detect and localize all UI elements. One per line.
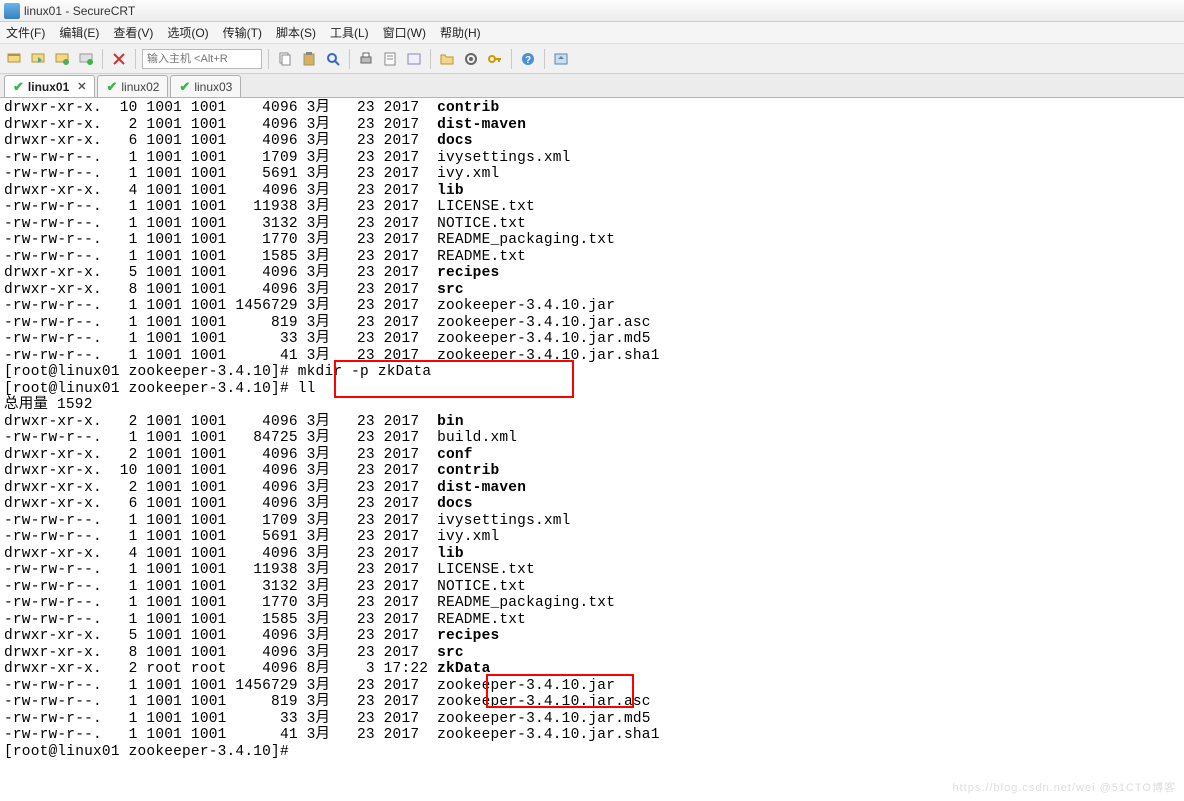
quick-connect-icon[interactable] [28, 49, 48, 69]
terminal[interactable]: drwxr-xr-x. 10 1001 1001 4096 3月 23 2017… [0, 98, 1184, 762]
folder-icon[interactable] [437, 49, 457, 69]
tab-label: linux02 [121, 80, 159, 94]
file-row: -rw-rw-r--. 1 1001 1001 1456729 3月 23 20… [4, 298, 615, 314]
settings-icon[interactable] [461, 49, 481, 69]
prompt: [root@linux01 zookeeper-3.4.10]# [4, 744, 298, 760]
tab-linux01[interactable]: ✔ linux01 ✕ [4, 75, 95, 97]
watermark: https://blog.csdn.net/wei @51CTO博客 [953, 779, 1177, 795]
file-row: drwxr-xr-x. 4 1001 1001 4096 3月 23 2017 … [4, 546, 464, 562]
toolbar-sep [511, 49, 512, 69]
file-row: -rw-rw-r--. 1 1001 1001 33 3月 23 2017 zo… [4, 331, 651, 347]
print-icon[interactable] [356, 49, 376, 69]
checkmark-icon: ✔ [13, 79, 24, 95]
file-row: drwxr-xr-x. 2 1001 1001 4096 3月 23 2017 … [4, 414, 464, 430]
disconnect-icon[interactable] [76, 49, 96, 69]
file-row: -rw-rw-r--. 1 1001 1001 5691 3月 23 2017 … [4, 529, 499, 545]
file-row: -rw-rw-r--. 1 1001 1001 11938 3月 23 2017… [4, 199, 535, 215]
close-icon[interactable]: ✕ [77, 80, 86, 93]
file-row: -rw-rw-r--. 1 1001 1001 1585 3月 23 2017 … [4, 612, 526, 628]
command: ll [298, 381, 316, 397]
delete-icon[interactable] [109, 49, 129, 69]
file-row: drwxr-xr-x. 8 1001 1001 4096 3月 23 2017 … [4, 282, 464, 298]
file-row: -rw-rw-r--. 1 1001 1001 1709 3月 23 2017 … [4, 513, 571, 529]
file-row: drwxr-xr-x. 6 1001 1001 4096 3月 23 2017 … [4, 133, 473, 149]
toolbar-sep [135, 49, 136, 69]
file-row: drwxr-xr-x. 8 1001 1001 4096 3月 23 2017 … [4, 645, 464, 661]
help-icon[interactable]: ? [518, 49, 538, 69]
menu-view[interactable]: 查看(V) [113, 24, 153, 41]
menu-script[interactable]: 脚本(S) [276, 24, 316, 41]
toolbar-sep [102, 49, 103, 69]
file-row: -rw-rw-r--. 1 1001 1001 1456729 3月 23 20… [4, 678, 615, 694]
file-row: drwxr-xr-x. 5 1001 1001 4096 3月 23 2017 … [4, 265, 499, 281]
file-row: -rw-rw-r--. 1 1001 1001 3132 3月 23 2017 … [4, 579, 526, 595]
tab-label: linux03 [194, 80, 232, 94]
checkmark-icon: ✔ [179, 79, 190, 95]
toolbar-sep [349, 49, 350, 69]
file-row: -rw-rw-r--. 1 1001 1001 1585 3月 23 2017 … [4, 249, 526, 265]
menubar: 文件(F) 编辑(E) 查看(V) 选项(O) 传输(T) 脚本(S) 工具(L… [0, 22, 1184, 44]
file-row: drwxr-xr-x. 10 1001 1001 4096 3月 23 2017… [4, 100, 499, 116]
file-row: -rw-rw-r--. 1 1001 1001 41 3月 23 2017 zo… [4, 727, 660, 743]
toolbar-sep [544, 49, 545, 69]
file-row: -rw-rw-r--. 1 1001 1001 1709 3月 23 2017 … [4, 150, 571, 166]
app-icon [4, 3, 20, 19]
file-row: -rw-rw-r--. 1 1001 1001 1770 3月 23 2017 … [4, 232, 615, 248]
file-row: -rw-rw-r--. 1 1001 1001 1770 3月 23 2017 … [4, 595, 615, 611]
titlebar: linux01 - SecureCRT [0, 0, 1184, 22]
file-row: drwxr-xr-x. 6 1001 1001 4096 3月 23 2017 … [4, 496, 473, 512]
file-row: -rw-rw-r--. 1 1001 1001 33 3月 23 2017 zo… [4, 711, 651, 727]
file-row: -rw-rw-r--. 1 1001 1001 3132 3月 23 2017 … [4, 216, 526, 232]
toolbar-sep [430, 49, 431, 69]
menu-options[interactable]: 选项(O) [167, 24, 208, 41]
file-row: drwxr-xr-x. 2 root root 4096 8月 3 17:22 … [4, 661, 491, 677]
prompt: [root@linux01 zookeeper-3.4.10]# [4, 381, 298, 397]
copy-icon[interactable] [275, 49, 295, 69]
window-title: linux01 - SecureCRT [24, 4, 135, 18]
tabbar: ✔ linux01 ✕ ✔ linux02 ✔ linux03 [0, 74, 1184, 98]
file-row: drwxr-xr-x. 10 1001 1001 4096 3月 23 2017… [4, 463, 499, 479]
sftp-icon[interactable] [551, 49, 571, 69]
toolbar-sep [268, 49, 269, 69]
file-row: -rw-rw-r--. 1 1001 1001 819 3月 23 2017 z… [4, 694, 651, 710]
reconnect-icon[interactable] [52, 49, 72, 69]
file-row: drwxr-xr-x. 5 1001 1001 4096 3月 23 2017 … [4, 628, 499, 644]
toolbar: ? [0, 44, 1184, 74]
menu-help[interactable]: 帮助(H) [440, 24, 481, 41]
tab-linux03[interactable]: ✔ linux03 [170, 75, 241, 97]
file-row: -rw-rw-r--. 1 1001 1001 5691 3月 23 2017 … [4, 166, 499, 182]
file-row: drwxr-xr-x. 2 1001 1001 4096 3月 23 2017 … [4, 447, 473, 463]
menu-edit[interactable]: 编辑(E) [59, 24, 99, 41]
menu-window[interactable]: 窗口(W) [383, 24, 426, 41]
file-row: -rw-rw-r--. 1 1001 1001 819 3月 23 2017 z… [4, 315, 651, 331]
file-row: -rw-rw-r--. 1 1001 1001 84725 3月 23 2017… [4, 430, 517, 446]
svg-text:?: ? [525, 55, 531, 66]
checkmark-icon: ✔ [106, 79, 117, 95]
key-icon[interactable] [485, 49, 505, 69]
prompt: [root@linux01 zookeeper-3.4.10]# [4, 364, 298, 380]
total-line: 总用量 1592 [4, 397, 93, 413]
host-input[interactable] [142, 49, 262, 69]
file-row: -rw-rw-r--. 1 1001 1001 11938 3月 23 2017… [4, 562, 535, 578]
tab-label: linux01 [28, 80, 69, 94]
paste-icon[interactable] [299, 49, 319, 69]
menu-transfer[interactable]: 传输(T) [223, 24, 262, 41]
session-icon[interactable] [404, 49, 424, 69]
menu-file[interactable]: 文件(F) [6, 24, 45, 41]
file-row: drwxr-xr-x. 2 1001 1001 4096 3月 23 2017 … [4, 480, 526, 496]
connect-icon[interactable] [4, 49, 24, 69]
command: mkdir -p zkData [298, 364, 432, 380]
menu-tools[interactable]: 工具(L) [330, 24, 369, 41]
tab-linux02[interactable]: ✔ linux02 [97, 75, 168, 97]
file-row: -rw-rw-r--. 1 1001 1001 41 3月 23 2017 zo… [4, 348, 660, 364]
file-row: drwxr-xr-x. 4 1001 1001 4096 3月 23 2017 … [4, 183, 464, 199]
file-row: drwxr-xr-x. 2 1001 1001 4096 3月 23 2017 … [4, 117, 526, 133]
find-icon[interactable] [323, 49, 343, 69]
log-icon[interactable] [380, 49, 400, 69]
